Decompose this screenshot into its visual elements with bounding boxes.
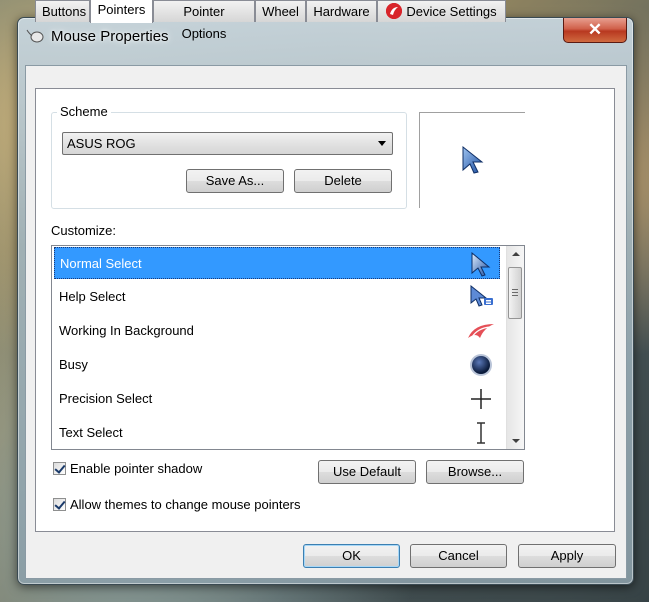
arrow-pointer-icon	[471, 251, 491, 277]
grip-line	[512, 289, 518, 290]
list-item-busy[interactable]: Busy	[54, 349, 500, 381]
allow-themes-checkbox[interactable]	[53, 498, 66, 511]
list-item-label: Normal Select	[60, 256, 142, 271]
list-item-text-select[interactable]: Text Select	[54, 417, 500, 449]
ok-button[interactable]: OK	[303, 544, 400, 568]
crosshair-icon	[471, 389, 491, 409]
scroll-up-button[interactable]	[507, 246, 524, 263]
scheme-groupbox	[51, 112, 407, 209]
pointer-preview	[419, 112, 525, 208]
grip-line	[512, 295, 518, 296]
delete-button[interactable]: Delete	[294, 169, 392, 193]
chevron-down-icon	[378, 141, 386, 146]
customize-label: Customize:	[51, 223, 117, 238]
cancel-button[interactable]: Cancel	[410, 544, 507, 568]
list-item-help-select[interactable]: Help Select	[54, 281, 500, 313]
list-item-label: Precision Select	[59, 391, 153, 406]
save-as-button[interactable]: Save As...	[186, 169, 284, 193]
list-item-normal-select[interactable]: Normal Select	[54, 247, 500, 279]
enable-pointer-shadow-checkbox[interactable]	[53, 462, 66, 475]
ibeam-icon	[477, 422, 485, 444]
grip-line	[512, 292, 518, 293]
scheme-dropdown[interactable]: ASUS ROG	[62, 132, 393, 155]
tab-device-settings-label: Device Settings	[406, 4, 497, 19]
busy-circle-icon	[470, 354, 492, 376]
rog-logo-icon	[386, 3, 403, 19]
window-title: Mouse Properties	[51, 28, 169, 45]
list-item-label: Help Select	[59, 289, 126, 304]
tab-wheel[interactable]: Wheel	[255, 0, 306, 22]
help-pointer-icon	[470, 284, 493, 307]
list-item-label: Working In Background	[59, 323, 194, 338]
scroll-down-button[interactable]	[507, 432, 524, 449]
tab-pointer-options[interactable]: Pointer Options	[153, 0, 255, 41]
pointer-listbox[interactable]: Normal Select Help Select Working In Bac…	[51, 245, 525, 450]
tab-pointers[interactable]: Pointers	[90, 0, 153, 23]
tab-buttons[interactable]: Buttons	[35, 0, 90, 22]
use-default-button[interactable]: Use Default	[318, 460, 416, 484]
scheme-selected-value: ASUS ROG	[67, 136, 136, 151]
enable-pointer-shadow-label[interactable]: Enable pointer shadow	[70, 461, 202, 476]
allow-themes-label[interactable]: Allow themes to change mouse pointers	[70, 497, 301, 512]
tab-device-settings[interactable]: Device Settings	[377, 0, 506, 22]
rog-logo-icon	[468, 324, 494, 338]
list-item-working-in-background[interactable]: Working In Background	[54, 315, 500, 347]
browse-button[interactable]: Browse...	[426, 460, 524, 484]
mouse-icon	[26, 29, 44, 43]
list-item-precision-select[interactable]: Precision Select	[54, 383, 500, 415]
scroll-thumb[interactable]	[508, 267, 522, 319]
arrow-pointer-icon	[462, 145, 484, 174]
tab-hardware[interactable]: Hardware	[306, 0, 377, 22]
listbox-scrollbar[interactable]	[506, 246, 524, 449]
list-item-label: Text Select	[59, 425, 123, 440]
apply-button[interactable]: Apply	[518, 544, 616, 568]
scheme-group-label: Scheme	[57, 104, 111, 119]
list-item-label: Busy	[59, 357, 88, 372]
close-button[interactable]: ✕	[563, 18, 627, 43]
